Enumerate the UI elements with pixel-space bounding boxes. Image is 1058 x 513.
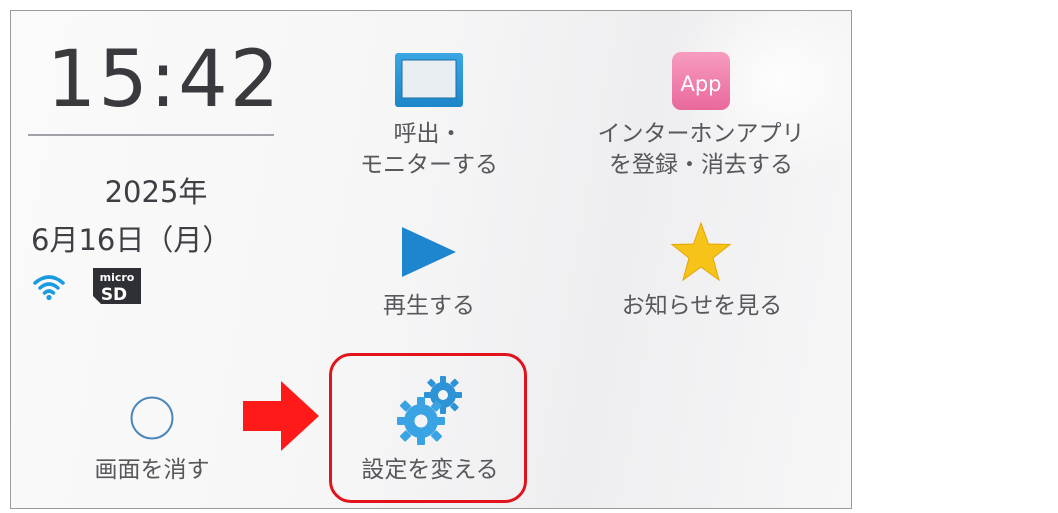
- wifi-icon: [33, 275, 65, 301]
- date-year: 2025年: [104, 175, 208, 209]
- app-label-line2: を登録・消去する: [609, 152, 793, 178]
- app-icon[interactable]: App: [671, 51, 731, 111]
- monitor-label-line2: モニターする: [360, 152, 498, 178]
- settings-highlight-box: [329, 353, 527, 503]
- clock-divider: [28, 134, 274, 136]
- app-icon-text: App: [680, 72, 721, 96]
- play-icon[interactable]: [400, 223, 458, 281]
- microsd-icon: micro SD: [93, 268, 141, 305]
- date-day: 6月16日（月）: [31, 223, 232, 257]
- pointer-arrow-icon: [243, 381, 319, 451]
- monitor-icon[interactable]: [393, 51, 465, 111]
- play-label: 再生する: [383, 293, 475, 319]
- news-label: お知らせを見る: [621, 293, 783, 319]
- circle-icon[interactable]: [129, 395, 175, 441]
- star-icon[interactable]: [669, 221, 733, 283]
- screen-off-label: 画面を消す: [94, 457, 210, 483]
- sd-label-micro: micro: [100, 271, 135, 284]
- sd-label-sd: SD: [101, 285, 127, 305]
- app-label-line1: インターホンアプリ: [597, 121, 805, 147]
- clock-time: 15:42: [46, 35, 282, 125]
- intercom-screen: 15:42 2025年 6月16日（月） micro SD 呼出・ モニターする: [10, 10, 852, 509]
- monitor-label-line1: 呼出・: [393, 121, 463, 147]
